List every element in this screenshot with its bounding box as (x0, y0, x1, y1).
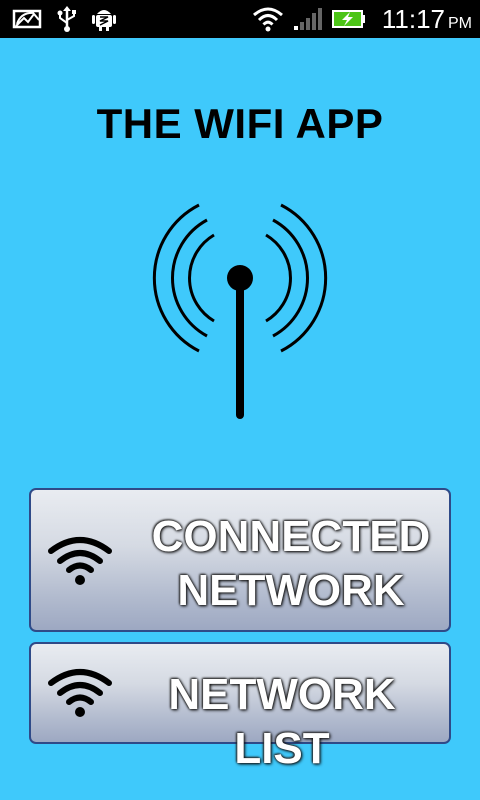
wifi-icon (48, 669, 112, 717)
connected-network-button[interactable]: CONNECTED NETWORK (29, 488, 451, 632)
connected-network-label: CONNECTED NETWORK (131, 510, 451, 618)
antenna-broadcast-icon (152, 203, 328, 419)
connected-network-label-line2: NETWORK (177, 566, 405, 615)
image-icon (12, 9, 42, 29)
network-list-label: NETWORK LIST (168, 670, 396, 773)
android-debug-icon (92, 10, 116, 31)
cell-signal-icon (293, 8, 322, 30)
network-list-button[interactable]: NETWORK LIST (29, 642, 451, 773)
usb-icon (57, 6, 76, 32)
status-bar: 11:17 PM (0, 0, 480, 38)
wifi-signal-icon (252, 7, 283, 32)
clock-ampm: PM (448, 14, 472, 32)
connected-network-label-line1: CONNECTED (151, 512, 431, 561)
clock-time: 11:17 (381, 3, 445, 34)
system-icons: 11:17 PM (252, 4, 472, 35)
notification-icons (12, 6, 116, 32)
wifi-icon (48, 537, 112, 585)
battery-charging-icon (331, 10, 365, 28)
status-clock: 11:17 PM (382, 4, 472, 35)
app-title: THE WIFI APP (96, 100, 384, 147)
